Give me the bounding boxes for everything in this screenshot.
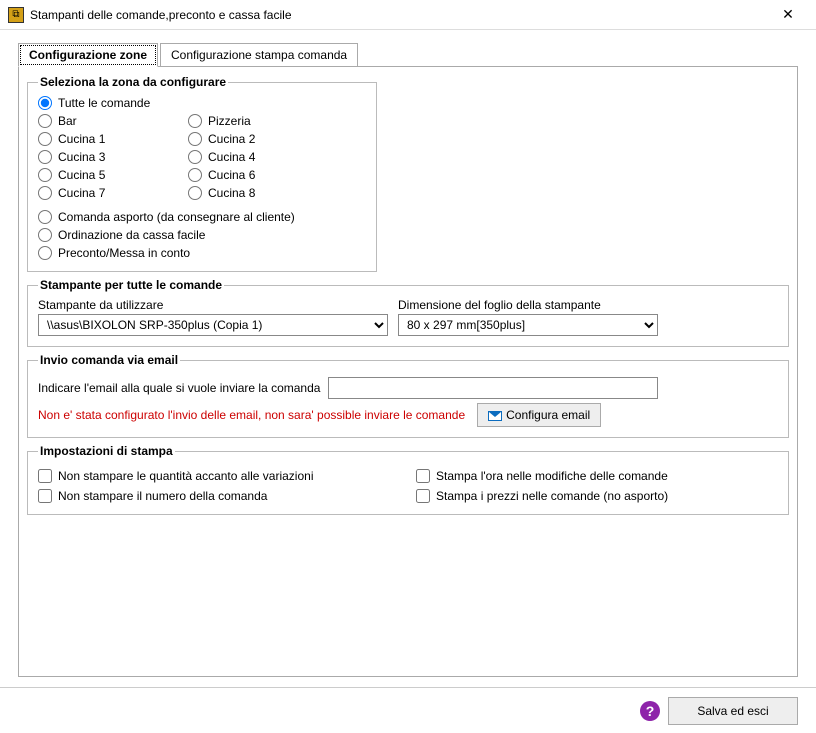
radio-cucina6[interactable]: Cucina 6: [188, 167, 338, 183]
radio-preconto[interactable]: Preconto/Messa in conto: [38, 245, 366, 261]
email-input[interactable]: [328, 377, 658, 399]
radio-pizzeria[interactable]: Pizzeria: [188, 113, 338, 129]
email-label: Indicare l'email alla quale si vuole inv…: [38, 381, 320, 395]
radio-cassa[interactable]: Ordinazione da cassa facile: [38, 227, 366, 243]
printer-select[interactable]: \\asus\BIXOLON SRP-350plus (Copia 1): [38, 314, 388, 336]
tab-stampa[interactable]: Configurazione stampa comanda: [160, 43, 358, 67]
printer-use-label: Stampante da utilizzare: [38, 298, 388, 312]
printer-fieldset: Stampante per tutte le comande Stampante…: [27, 278, 789, 347]
radio-cucina4[interactable]: Cucina 4: [188, 149, 338, 165]
printer-heading: Stampante per tutte le comande: [38, 278, 224, 292]
app-icon: ⧉: [8, 7, 24, 23]
check-prezzi[interactable]: Stampa i prezzi nelle comande (no asport…: [416, 488, 778, 504]
radio-cucina7[interactable]: Cucina 7: [38, 185, 188, 201]
email-warning: Non e' stata configurato l'invio delle e…: [38, 408, 465, 422]
radio-cucina3[interactable]: Cucina 3: [38, 149, 188, 165]
print-settings-heading: Impostazioni di stampa: [38, 444, 175, 458]
footer-bar: ? Salva ed esci: [0, 687, 816, 733]
content-area: Configurazione zone Configurazione stamp…: [0, 30, 816, 686]
radio-cucina2[interactable]: Cucina 2: [188, 131, 338, 147]
save-and-exit-button[interactable]: Salva ed esci: [668, 697, 798, 725]
radio-cucina5[interactable]: Cucina 5: [38, 167, 188, 183]
print-settings-fieldset: Impostazioni di stampa Non stampare le q…: [27, 444, 789, 515]
close-button[interactable]: ✕: [768, 1, 808, 29]
radio-asporto[interactable]: Comanda asporto (da consegnare al client…: [38, 209, 366, 225]
printer-dim-label: Dimensione del foglio della stampante: [398, 298, 658, 312]
tab-bar: Configurazione zone Configurazione stamp…: [18, 42, 798, 67]
window-title: Stampanti delle comande,preconto e cassa…: [30, 8, 768, 22]
radio-cucina1[interactable]: Cucina 1: [38, 131, 188, 147]
tab-zone[interactable]: Configurazione zone: [18, 43, 158, 67]
tab-panel-zone: Seleziona la zona da configurare Tutte l…: [18, 67, 798, 677]
check-noqty[interactable]: Non stampare le quantità accanto alle va…: [38, 468, 400, 484]
help-icon[interactable]: ?: [640, 701, 660, 721]
configure-email-button[interactable]: Configura email: [477, 403, 601, 427]
mail-icon: [488, 411, 502, 421]
zone-fieldset: Seleziona la zona da configurare Tutte l…: [27, 75, 377, 272]
title-bar: ⧉ Stampanti delle comande,preconto e cas…: [0, 0, 816, 30]
email-fieldset: Invio comanda via email Indicare l'email…: [27, 353, 789, 438]
email-heading: Invio comanda via email: [38, 353, 180, 367]
radio-bar[interactable]: Bar: [38, 113, 188, 129]
radio-cucina8[interactable]: Cucina 8: [188, 185, 338, 201]
check-ora[interactable]: Stampa l'ora nelle modifiche delle coman…: [416, 468, 778, 484]
zone-legend: Seleziona la zona da configurare: [38, 75, 228, 89]
radio-all[interactable]: Tutte le comande: [38, 95, 366, 111]
paper-size-select[interactable]: 80 x 297 mm[350plus]: [398, 314, 658, 336]
check-nonum[interactable]: Non stampare il numero della comanda: [38, 488, 400, 504]
